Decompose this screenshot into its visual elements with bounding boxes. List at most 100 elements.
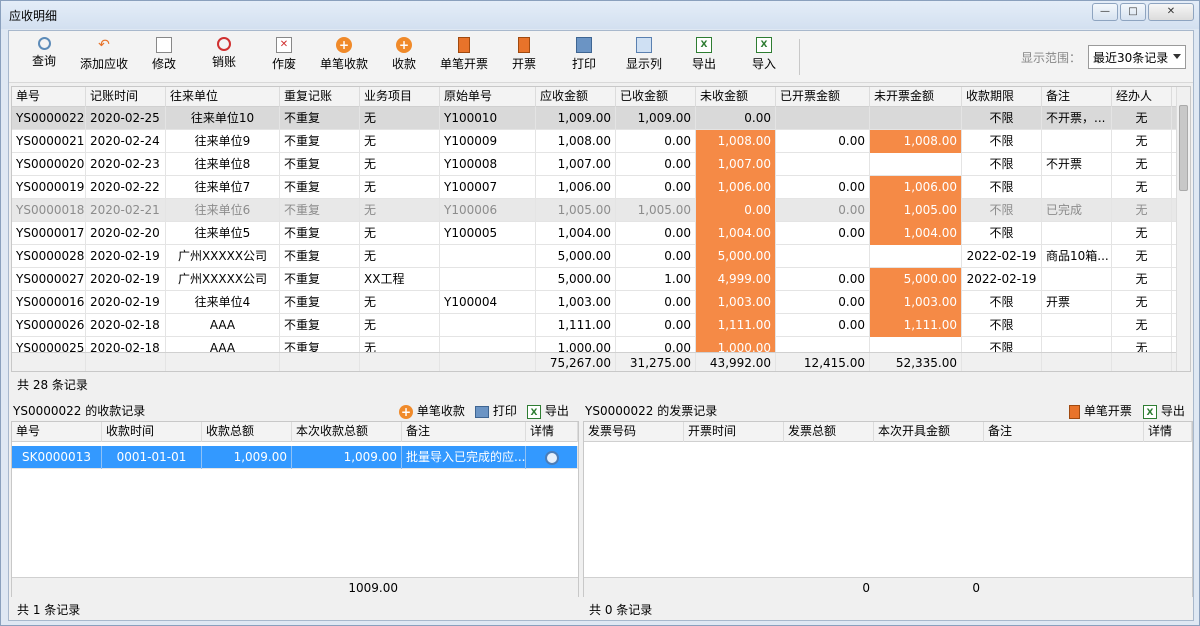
query-button[interactable]: 查询 xyxy=(30,37,58,69)
client-area: 查询 ↶ 添加应收 修改 销账 ✕ 作废 + 单笔收款 + 收款 单笔开票 开票… xyxy=(8,30,1194,621)
zoom-icon[interactable] xyxy=(544,450,559,465)
table-cell: 1,003.00 xyxy=(536,291,616,314)
table-cell: 不重复 xyxy=(280,176,360,199)
table-cell: AAA xyxy=(166,314,280,337)
search-icon xyxy=(37,37,51,50)
void-button[interactable]: ✕ 作废 xyxy=(270,37,298,72)
table-cell: YS0000022 xyxy=(12,107,86,130)
column-header[interactable]: 收款总额 xyxy=(202,422,292,442)
table-cell: YS0000020 xyxy=(12,153,86,176)
main-window: 应收明细 — □ ✕ 查询 ↶ 添加应收 修改 销账 ✕ 作废 + 单笔收款 +… xyxy=(0,0,1200,626)
total-unreceived: 43,992.00 xyxy=(696,353,776,371)
table-cell: 无 xyxy=(360,291,440,314)
single-receipt-button[interactable]: + 单笔收款 xyxy=(318,37,370,72)
column-header[interactable]: 本次开具金额 xyxy=(874,422,984,442)
column-header[interactable]: 原始单号 xyxy=(440,87,536,107)
print-icon xyxy=(576,37,592,53)
table-cell: 1,006.00 xyxy=(536,176,616,199)
close-button[interactable]: ✕ xyxy=(1148,3,1194,21)
table-cell: 1,005.00 xyxy=(616,199,696,222)
invoices-single-invoice-button[interactable]: 单笔开票 xyxy=(1069,402,1132,419)
column-header[interactable]: 发票总额 xyxy=(784,422,874,442)
export-button[interactable]: X 导出 xyxy=(690,37,718,72)
invoices-export-button[interactable]: X 导出 xyxy=(1143,402,1185,419)
table-row[interactable]: YS0000020 2020-02-23 往来单位8 不重复无 Y100008 1,007… xyxy=(12,153,1178,176)
column-header[interactable]: 未开票金额 xyxy=(870,87,962,107)
column-header[interactable]: 经办人 xyxy=(1112,87,1172,107)
column-header[interactable]: 重复记账 xyxy=(280,87,360,107)
minimize-button[interactable]: — xyxy=(1092,3,1118,21)
column-header[interactable]: 收款时间 xyxy=(102,422,202,442)
table-cell xyxy=(870,245,962,268)
table-row[interactable]: SK0000013 0001-01-01 1,009.00 1,009.00 批量导入已… xyxy=(12,446,578,469)
column-header[interactable]: 备注 xyxy=(1042,87,1112,107)
table-row[interactable]: YS0000018 2020-02-21 往来单位6 不重复无 Y100006 1,005… xyxy=(12,199,1178,222)
column-header[interactable]: 未收金额 xyxy=(696,87,776,107)
table-row[interactable]: YS0000021 2020-02-24 往来单位9 不重复无 Y100009 1,008… xyxy=(12,130,1178,153)
column-header[interactable]: 备注 xyxy=(984,422,1144,442)
column-header[interactable]: 应收金额 xyxy=(536,87,616,107)
table-cell: YS0000028 xyxy=(12,245,86,268)
table-row[interactable]: YS0000019 2020-02-22 往来单位7 不重复无 Y100007 1,006… xyxy=(12,176,1178,199)
toolbar-separator xyxy=(799,39,800,75)
receipts-print-button[interactable]: 打印 xyxy=(475,402,517,419)
table-cell: 5,000.00 xyxy=(696,245,776,268)
column-header[interactable]: 开票时间 xyxy=(684,422,784,442)
column-header[interactable]: 备注 xyxy=(402,422,526,442)
table-cell: 不限 xyxy=(962,222,1042,245)
show-columns-button[interactable]: 显示列 xyxy=(624,37,664,72)
single-invoice-button[interactable]: 单笔开票 xyxy=(438,37,490,72)
table-cell: 不限 xyxy=(962,107,1042,130)
column-header[interactable]: 详情 xyxy=(526,422,578,442)
receipts-export-button[interactable]: X 导出 xyxy=(527,402,569,419)
column-header[interactable]: 往来单位 xyxy=(166,87,280,107)
table-cell: 往来单位5 xyxy=(166,222,280,245)
table-cell: 已完成 xyxy=(1042,199,1112,222)
vertical-scrollbar[interactable] xyxy=(1176,87,1190,371)
invoices-totals-row: 0 0 xyxy=(584,577,1192,597)
table-row[interactable]: YS0000017 2020-02-20 往来单位5 不重复无 Y100005 1,004… xyxy=(12,222,1178,245)
write-off-button[interactable]: 销账 xyxy=(210,37,238,70)
column-header[interactable]: 详情 xyxy=(1144,422,1192,442)
table-cell: 0.00 xyxy=(776,314,870,337)
import-button[interactable]: X 导入 xyxy=(750,37,778,72)
maximize-button[interactable]: □ xyxy=(1120,3,1146,21)
table-cell: 0.00 xyxy=(616,176,696,199)
invoice-button[interactable]: 开票 xyxy=(510,37,538,72)
column-header[interactable]: 已收金额 xyxy=(616,87,696,107)
add-receivable-button[interactable]: ↶ 添加应收 xyxy=(80,37,128,72)
table-row[interactable]: YS0000016 2020-02-19 往来单位4 不重复无 Y100004 1,003… xyxy=(12,291,1178,314)
table-cell: 2020-02-23 xyxy=(86,153,166,176)
receipt-button[interactable]: + 收款 xyxy=(390,37,418,72)
column-header[interactable]: 本次收款总额 xyxy=(292,422,402,442)
column-header[interactable]: 单号 xyxy=(12,422,102,442)
table-row[interactable]: YS0000027 2020-02-19 广州XXXXX公司 不重复 XX工程 5,000… xyxy=(12,268,1178,291)
void-icon: ✕ xyxy=(276,37,292,53)
column-header[interactable]: 已开票金额 xyxy=(776,87,870,107)
receipts-print-label: 打印 xyxy=(492,404,517,418)
table-row[interactable]: YS0000026 2020-02-18 AAA 不重复无 1,111.00 0.00 1,… xyxy=(12,314,1178,337)
column-header[interactable]: 发票号码 xyxy=(584,422,684,442)
single-invoice-label: 单笔开票 xyxy=(439,57,488,71)
total-cell xyxy=(166,353,280,371)
table-row[interactable]: YS0000022 2020-02-25 往来单位10 不重复无 Y100010 1,00… xyxy=(12,107,1178,130)
table-cell: 5,000.00 xyxy=(536,245,616,268)
column-header[interactable]: 业务项目 xyxy=(360,87,440,107)
toolbar: 查询 ↶ 添加应收 修改 销账 ✕ 作废 + 单笔收款 + 收款 单笔开票 开票… xyxy=(9,31,1193,83)
table-cell: 不重复 xyxy=(280,199,360,222)
receipts-single-receipt-button[interactable]: + 单笔收款 xyxy=(399,402,465,419)
edit-button[interactable]: 修改 xyxy=(150,37,178,72)
excel-icon: X xyxy=(1143,404,1157,419)
table-cell: 不限 xyxy=(962,130,1042,153)
column-header[interactable]: 记账时间 xyxy=(86,87,166,107)
range-select[interactable]: 最近30条记录 xyxy=(1088,45,1186,69)
receipts-count: 共 1 条记录 xyxy=(17,603,81,617)
table-row[interactable]: YS0000028 2020-02-19 广州XXXXX公司 不重复无 5,000.00… xyxy=(12,245,1178,268)
table-cell: 0.00 xyxy=(696,107,776,130)
detail-cell[interactable] xyxy=(526,446,578,469)
column-header[interactable]: 收款期限 xyxy=(962,87,1042,107)
scrollbar-thumb[interactable] xyxy=(1179,105,1188,191)
column-header[interactable]: 单号 xyxy=(12,87,86,107)
table-cell: 无 xyxy=(360,130,440,153)
print-button[interactable]: 打印 xyxy=(570,37,598,72)
